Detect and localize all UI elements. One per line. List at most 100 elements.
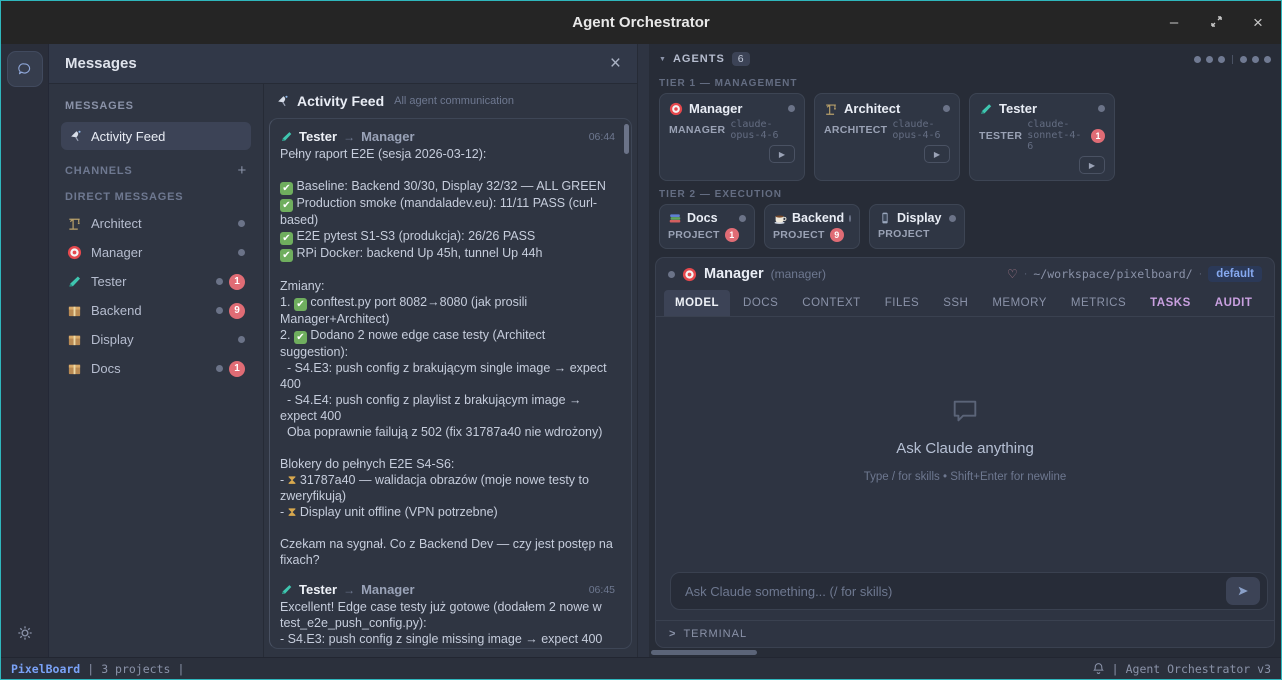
unread-badge: 1	[229, 361, 245, 377]
unread-badge: 1	[229, 274, 245, 290]
message-header: Tester → Manager 06:45	[280, 582, 615, 597]
tab-memory[interactable]: MEMORY	[981, 290, 1058, 316]
check-icon: ✔	[280, 182, 293, 195]
message-sender: Tester	[299, 129, 337, 144]
send-button[interactable]	[1226, 577, 1260, 605]
tab-ssh[interactable]: SSH	[932, 290, 979, 316]
pen-icon	[979, 102, 993, 116]
terminal-toggle[interactable]: > TERMINAL	[656, 620, 1274, 647]
tab-model[interactable]: MODEL	[664, 290, 730, 316]
project-name[interactable]: PixelBoard	[11, 662, 80, 676]
dm-item-display[interactable]: Display	[61, 325, 251, 354]
agent-detail-role: (manager)	[771, 267, 826, 281]
messages-panel-title: Messages	[65, 55, 137, 72]
add-channel-button[interactable]: +	[237, 162, 247, 179]
check-icon: ✔	[294, 298, 307, 311]
vertical-scrollbar[interactable]	[624, 124, 629, 154]
presence-dot	[238, 249, 245, 256]
dm-item-label: Tester	[91, 274, 126, 289]
dm-status	[238, 249, 245, 256]
presence-dot	[216, 278, 223, 285]
presence-dot	[216, 307, 223, 314]
close-window-button[interactable]: ×	[1249, 14, 1267, 31]
dm-status	[238, 336, 245, 343]
check-icon: ✔	[294, 331, 307, 344]
sidebar-item-activity-feed[interactable]: Activity Feed	[61, 122, 251, 150]
activity-feed-panel: Activity Feed All agent communication Te…	[264, 84, 637, 657]
message-recipient: Manager	[361, 129, 414, 144]
settings-button[interactable]	[13, 621, 37, 645]
tab-audit[interactable]: AUDIT	[1204, 290, 1264, 316]
target-icon	[669, 102, 683, 116]
channels-section-label: CHANNELS	[65, 165, 133, 177]
card-title-row: Manager	[669, 101, 795, 116]
separator-dot: ·	[1199, 268, 1203, 280]
agents-section-header[interactable]: ▼ AGENTS 6	[649, 44, 1281, 70]
close-messages-button[interactable]: ×	[610, 54, 621, 73]
coffee-icon	[773, 211, 787, 225]
tab-docs[interactable]: DOCS	[732, 290, 789, 316]
agent-card-docs[interactable]: Docs PROJECT 1	[659, 204, 755, 249]
tier1-label: TIER 1 — MANAGEMENT	[649, 70, 1281, 93]
agent-card-architect[interactable]: Architect ARCHITECT claude-opus-4-6 ▶	[814, 93, 960, 181]
messages-rail-button[interactable]	[7, 51, 43, 87]
agent-detail-header: Manager (manager) ♡ · ~/workspace/pixelb…	[656, 258, 1274, 290]
message-header: Tester → Manager 06:44	[280, 129, 615, 144]
card-actions-row: ▶	[979, 156, 1105, 174]
card-meta-row: ARCHITECT claude-opus-4-6	[824, 119, 950, 141]
chat-input[interactable]	[670, 572, 1268, 610]
minimize-button[interactable]: –	[1165, 15, 1183, 30]
dm-status: 1	[216, 274, 245, 290]
heart-icon[interactable]: ♡	[1007, 267, 1018, 281]
dots-divider	[1232, 55, 1233, 64]
channels-section: CHANNELS +	[61, 156, 251, 185]
dm-item-backend[interactable]: Backend 9	[61, 296, 251, 325]
channel-list: MESSAGES Activity Feed CHANNELS + DIRECT…	[49, 84, 264, 657]
collapse-caret-icon[interactable]: ▼	[659, 56, 666, 63]
dm-item-docs[interactable]: Docs 1	[61, 354, 251, 383]
pen-icon	[280, 583, 293, 596]
activity-feed-title: Activity Feed	[297, 93, 384, 109]
tab-tasks[interactable]: TASKS	[1139, 290, 1202, 316]
messages-section-label: MESSAGES	[61, 94, 251, 118]
session-badge[interactable]: default	[1208, 266, 1262, 282]
status-bar-left: PixelBoard | 3 projects |	[11, 662, 184, 676]
empty-state-hint: Type / for skills • Shift+Enter for newl…	[864, 471, 1067, 483]
dm-item-architect[interactable]: Architect	[61, 209, 251, 238]
tab-context[interactable]: CONTEXT	[791, 290, 871, 316]
indicator-dot	[1252, 56, 1259, 63]
agent-model: claude-opus-4-6	[730, 119, 795, 141]
indicator-dot	[1194, 56, 1201, 63]
agent-card-manager[interactable]: Manager MANAGER claude-opus-4-6 ▶	[659, 93, 805, 181]
dm-item-manager[interactable]: Manager	[61, 238, 251, 267]
panel-indicator-dots[interactable]	[1194, 55, 1271, 64]
app-window: Agent Orchestrator – × Messages ×	[0, 0, 1282, 680]
message-sender: Tester	[299, 582, 337, 597]
dm-item-tester[interactable]: Tester 1	[61, 267, 251, 296]
right-panel: ▼ AGENTS 6 TIER 1 — MANAGEMENT Manager M…	[649, 44, 1281, 657]
run-agent-button[interactable]: ▶	[1079, 156, 1105, 174]
agent-card-backend[interactable]: Backend PROJECT 9	[764, 204, 860, 249]
separator-dot: ·	[1024, 268, 1028, 280]
tab-metrics[interactable]: METRICS	[1060, 290, 1137, 316]
agent-detail-meta: ♡ · ~/workspace/pixelboard/ · default	[1007, 266, 1262, 282]
agent-card-display[interactable]: Display PROJECT	[869, 204, 965, 249]
target-icon	[67, 245, 82, 260]
package-icon	[67, 361, 82, 376]
messages-panel: Messages × MESSAGES Activity Feed CHANNE…	[49, 44, 638, 657]
agents-section-title: AGENTS	[673, 53, 725, 65]
indicator-dot	[1206, 56, 1213, 63]
chat-bubble-icon	[17, 60, 32, 78]
indicator-dot	[1264, 56, 1271, 63]
separator: |	[87, 662, 94, 676]
horizontal-scrollbar[interactable]	[651, 650, 757, 655]
presence-dot	[238, 336, 245, 343]
restore-button[interactable]	[1207, 15, 1225, 31]
bell-icon[interactable]	[1092, 662, 1105, 675]
tab-files[interactable]: FILES	[874, 290, 930, 316]
hourglass-icon: ⧗	[288, 473, 297, 487]
crane-icon	[67, 216, 82, 231]
agent-card-tester[interactable]: Tester TESTER claude-sonnet-4-6 1 ▶	[969, 93, 1115, 181]
run-agent-button[interactable]: ▶	[924, 145, 950, 163]
run-agent-button[interactable]: ▶	[769, 145, 795, 163]
